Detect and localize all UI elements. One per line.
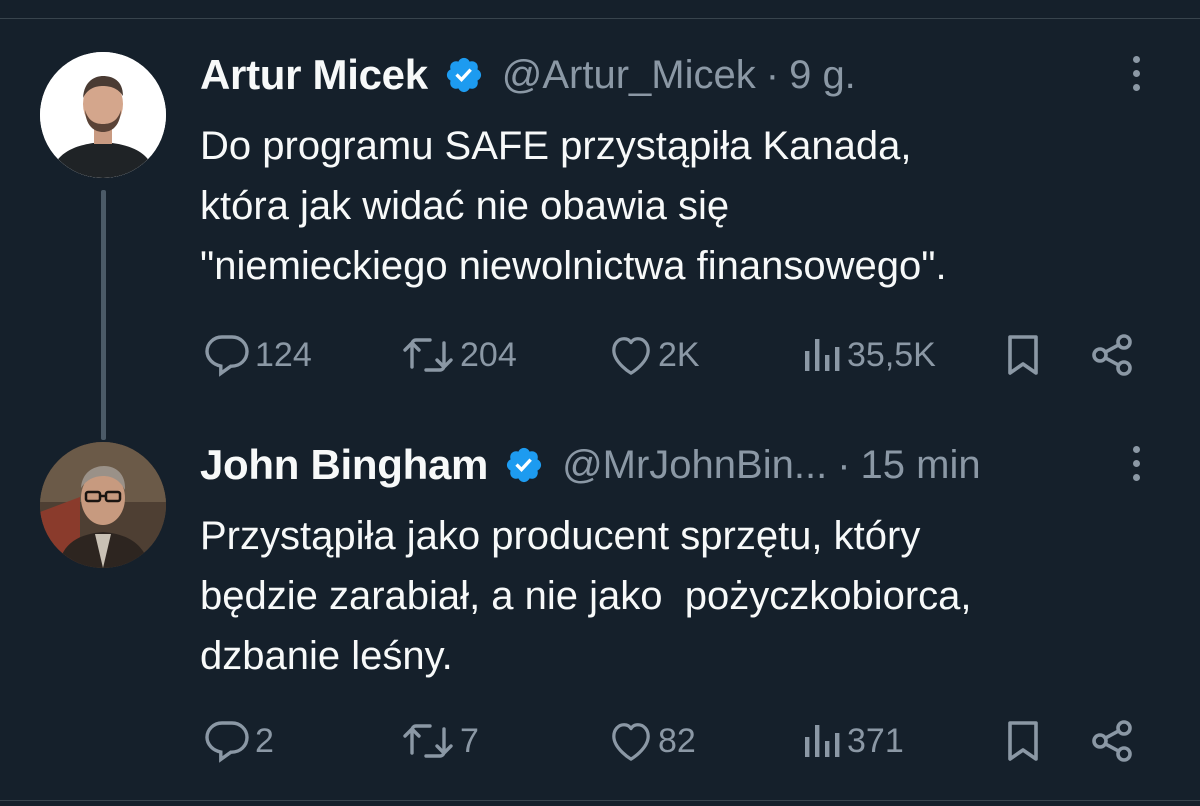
views-icon bbox=[803, 721, 843, 761]
tweet-text-line: która jak widać nie obawia się bbox=[200, 184, 730, 228]
repost-button[interactable]: 7 bbox=[400, 716, 479, 766]
like-count: 82 bbox=[658, 721, 696, 760]
tweet-text-line: będzie zarabiał, a nie jako pożyczkobior… bbox=[200, 574, 972, 618]
views-button[interactable]: 371 bbox=[803, 716, 904, 766]
repost-icon bbox=[400, 333, 456, 377]
bookmark-button[interactable] bbox=[1003, 716, 1043, 766]
avatar[interactable] bbox=[40, 442, 166, 568]
author-name[interactable]: John Bingham bbox=[200, 441, 488, 489]
share-icon bbox=[1090, 719, 1134, 763]
timestamp[interactable]: 9 g. bbox=[789, 53, 856, 98]
thread-connector-line bbox=[101, 190, 106, 440]
share-button[interactable] bbox=[1090, 330, 1134, 380]
reply-count: 124 bbox=[255, 335, 312, 374]
top-divider bbox=[0, 18, 1200, 19]
share-icon bbox=[1090, 333, 1134, 377]
author-name[interactable]: Artur Micek bbox=[200, 51, 428, 99]
action-bar: 2 7 82 371 bbox=[0, 716, 1200, 766]
tweet-header: Artur Micek @Artur_Micek · 9 g. bbox=[200, 50, 856, 100]
tweet-text: Do programu SAFE przystąpiła Kanada, któ… bbox=[200, 116, 1180, 296]
timestamp[interactable]: 15 min bbox=[861, 443, 981, 488]
avatar[interactable] bbox=[40, 52, 166, 178]
repost-count: 7 bbox=[460, 721, 479, 760]
repost-icon bbox=[400, 719, 456, 763]
views-icon bbox=[803, 335, 843, 375]
more-options-icon[interactable] bbox=[1125, 56, 1147, 98]
tweet-text-line: dzbanie leśny. bbox=[200, 634, 453, 678]
reply-icon bbox=[203, 719, 251, 763]
bookmark-icon bbox=[1003, 333, 1043, 377]
reply-button[interactable]: 2 bbox=[203, 716, 274, 766]
repost-count: 204 bbox=[460, 335, 517, 374]
like-icon bbox=[608, 334, 654, 376]
tweet-text-line: "niemieckiego niewolnictwa finansowego". bbox=[200, 244, 947, 288]
bookmark-button[interactable] bbox=[1003, 330, 1043, 380]
like-count: 2K bbox=[658, 335, 700, 374]
bookmark-icon bbox=[1003, 719, 1043, 763]
tweet-text-line: Przystąpiła jako producent sprzętu, któr… bbox=[200, 514, 921, 558]
separator-dot: · bbox=[765, 52, 780, 97]
views-count: 35,5K bbox=[847, 335, 936, 374]
separator-dot: · bbox=[837, 442, 851, 487]
action-bar: 124 204 2K 35,5K bbox=[0, 330, 1200, 380]
author-handle[interactable]: @Artur_Micek bbox=[502, 53, 756, 98]
verified-badge-icon bbox=[444, 55, 484, 95]
tweet-text: Przystąpiła jako producent sprzętu, któr… bbox=[200, 506, 1180, 686]
author-handle[interactable]: @MrJohnBin... bbox=[562, 443, 827, 488]
like-icon bbox=[608, 720, 654, 762]
share-button[interactable] bbox=[1090, 716, 1134, 766]
reply-count: 2 bbox=[255, 721, 274, 760]
tweet-header: John Bingham @MrJohnBin... · 15 min bbox=[200, 440, 981, 490]
views-count: 371 bbox=[847, 721, 904, 760]
more-options-icon[interactable] bbox=[1125, 446, 1147, 488]
tweet-text-line: Do programu SAFE przystąpiła Kanada, bbox=[200, 124, 912, 168]
repost-button[interactable]: 204 bbox=[400, 330, 517, 380]
reply-button[interactable]: 124 bbox=[203, 330, 312, 380]
views-button[interactable]: 35,5K bbox=[803, 330, 936, 380]
verified-badge-icon bbox=[504, 445, 544, 485]
like-button[interactable]: 2K bbox=[608, 330, 700, 380]
bottom-divider bbox=[0, 800, 1200, 801]
reply-icon bbox=[203, 333, 251, 377]
like-button[interactable]: 82 bbox=[608, 716, 696, 766]
